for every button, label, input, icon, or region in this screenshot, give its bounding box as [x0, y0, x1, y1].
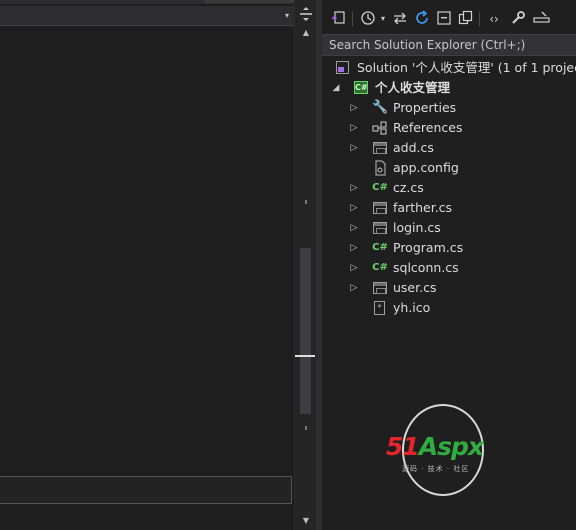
toolbar-separator	[479, 12, 480, 26]
collapsed-arrow-icon[interactable]: ▷	[349, 141, 359, 155]
collapsed-arrow-icon[interactable]: ▷	[349, 121, 359, 135]
tree-item[interactable]: ▷ 🔧 Properties	[322, 98, 576, 118]
switch-views-icon[interactable]	[392, 10, 408, 28]
vs-sync-icon[interactable]	[330, 10, 346, 28]
csharp-file-icon: C#	[372, 182, 388, 193]
tree-item[interactable]: ▷ login.cs	[322, 218, 576, 238]
file-icon: *	[374, 301, 385, 315]
collapse-all-icon[interactable]	[436, 10, 452, 28]
collapsed-arrow-icon[interactable]: ▷	[349, 241, 359, 255]
expanded-arrow-icon[interactable]: ◢	[331, 81, 341, 95]
scroll-thumb[interactable]	[300, 248, 311, 414]
tree-item[interactable]: ▷ C# sqlconn.cs	[322, 258, 576, 278]
collapsed-arrow-icon[interactable]: ▷	[349, 181, 359, 195]
code-icon[interactable]: ‹›	[486, 10, 502, 28]
tree-item-label: cz.cs	[393, 180, 424, 195]
scroll-track-marker	[305, 426, 307, 430]
dropdown-arrow-icon[interactable]: ▾	[378, 10, 388, 28]
tree-item[interactable]: ▷ References	[322, 118, 576, 138]
tree-item-label: sqlconn.cs	[393, 260, 459, 275]
tree-item-label: References	[393, 120, 463, 135]
watermark-logo-text: 51Aspx	[386, 432, 484, 461]
form-icon	[373, 142, 387, 154]
tree-item-label: add.cs	[393, 140, 434, 155]
editor-tab[interactable]	[205, 0, 294, 3]
search-placeholder: Search Solution Explorer (Ctrl+;)	[329, 38, 526, 52]
form-icon	[373, 282, 387, 294]
collapsed-arrow-icon[interactable]: ▷	[349, 281, 359, 295]
tree-item[interactable]: ▷ farther.cs	[322, 198, 576, 218]
tree-item-label: Program.cs	[393, 240, 464, 255]
tree-item[interactable]: * yh.ico	[322, 298, 576, 318]
tree-item[interactable]: ▷ C# cz.cs	[322, 178, 576, 198]
config-icon	[372, 160, 388, 176]
copy-icon[interactable]	[458, 10, 474, 28]
editor-tab-strip	[0, 0, 294, 4]
chevron-down-icon[interactable]: ▾	[280, 7, 294, 25]
toolbar-separator	[352, 12, 353, 26]
tree-item[interactable]: ▷ C# Program.cs	[322, 238, 576, 258]
tree-item[interactable]: ▷ user.cs	[322, 278, 576, 298]
form-icon	[373, 222, 387, 234]
tree-item-label: farther.cs	[393, 200, 453, 215]
output-input-field[interactable]	[0, 476, 292, 504]
properties-wrench-icon[interactable]	[510, 10, 526, 28]
tree-item-label: app.config	[393, 160, 459, 175]
csharp-file-icon: C#	[372, 242, 388, 253]
csharp-file-icon: C#	[372, 262, 388, 273]
scroll-up-arrow-icon[interactable]: ▲	[301, 28, 311, 38]
csharp-project-icon: C#	[354, 81, 368, 94]
split-icon[interactable]	[298, 7, 314, 23]
scroll-track-marker	[305, 200, 307, 204]
references-icon	[372, 120, 388, 136]
tree-item[interactable]: ▷ add.cs	[322, 138, 576, 158]
tree-item-label: Properties	[393, 100, 457, 115]
collapsed-arrow-icon[interactable]: ▷	[349, 201, 359, 215]
tree-item-label: user.cs	[393, 280, 437, 295]
collapsed-arrow-icon[interactable]: ▷	[349, 101, 359, 115]
project-label: 个人收支管理	[375, 80, 451, 95]
watermark-logo: 51Aspx 源码 · 技术 · 社区	[384, 404, 494, 496]
tree-item-solution[interactable]: Solution '个人收支管理' (1 of 1 project)	[322, 58, 576, 78]
watermark-subtitle: 源码 · 技术 · 社区	[402, 465, 470, 473]
form-icon	[373, 202, 387, 214]
preview-icon[interactable]	[533, 10, 551, 28]
solution-explorer-toolbar: ▾ ‹›	[322, 4, 576, 34]
history-icon[interactable]	[360, 10, 376, 28]
refresh-icon[interactable]	[414, 10, 430, 28]
collapsed-arrow-icon[interactable]: ▷	[349, 261, 359, 275]
wrench-icon: 🔧	[372, 100, 389, 115]
solution-icon	[336, 61, 349, 74]
editor-vertical-scrollbar[interactable]: ▲ ▼	[294, 0, 316, 530]
search-solution-explorer-input[interactable]: Search Solution Explorer (Ctrl+;)	[322, 34, 576, 56]
tree-item-project[interactable]: ◢ C# 个人收支管理	[322, 78, 576, 98]
solution-label: Solution '个人收支管理' (1 of 1 project)	[357, 60, 576, 75]
collapsed-arrow-icon[interactable]: ▷	[349, 221, 359, 235]
scroll-down-arrow-icon[interactable]: ▼	[301, 516, 311, 526]
code-editor-area[interactable]: ▾	[0, 0, 294, 530]
tree-item-label: login.cs	[393, 220, 441, 235]
scroll-caret-marker	[295, 355, 315, 357]
navigation-bar[interactable]: ▾	[0, 6, 294, 26]
tree-item[interactable]: app.config	[322, 158, 576, 178]
tree-item-label: yh.ico	[393, 300, 431, 315]
